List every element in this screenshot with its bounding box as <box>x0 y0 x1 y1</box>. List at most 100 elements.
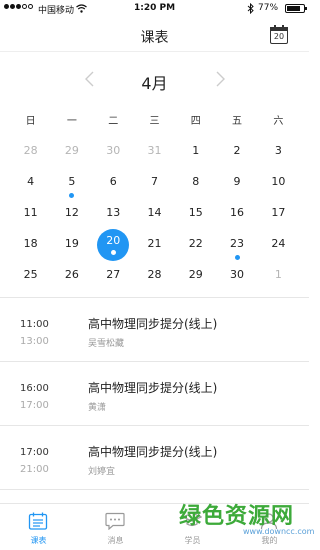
calendar-day-number: 10 <box>271 175 286 188</box>
calendar-day[interactable]: 28 <box>134 261 175 292</box>
calendar-day-number: 22 <box>188 237 203 250</box>
calendar-day-number: 19 <box>64 237 79 250</box>
calendar-day[interactable]: 12 <box>51 199 92 230</box>
schedule-icon <box>28 512 48 530</box>
course-item[interactable]: 11:00 13:00 高中物理同步提分(线上) 吴雪松藏 <box>0 298 309 362</box>
chevron-right-icon <box>216 71 225 87</box>
next-month-button[interactable] <box>210 69 230 89</box>
calendar-day-number: 6 <box>109 175 117 188</box>
calendar-day[interactable]: 30 <box>216 261 257 292</box>
watermark-url: www.downcc.com <box>243 527 315 536</box>
calendar-day[interactable]: 29 <box>51 137 92 168</box>
calendar-day-number: 29 <box>64 144 79 157</box>
calendar-day[interactable]: 25 <box>10 261 51 292</box>
calendar-day[interactable]: 27 <box>93 261 134 292</box>
calendar-day[interactable]: 14 <box>134 199 175 230</box>
course-teacher: 黄潇 <box>88 403 107 413</box>
watermark: 绿色资源网 www.downcc.com <box>179 498 314 546</box>
calendar-day-number: 30 <box>230 268 245 281</box>
weekday-label: 三 <box>149 116 160 127</box>
calendar-day[interactable]: 16 <box>216 199 257 230</box>
calendar-day-number: 30 <box>106 144 121 157</box>
calendar-week-row: 18 19 20 21 22 23 24 <box>10 229 299 261</box>
tab-schedule[interactable]: 课表 <box>0 504 77 550</box>
calendar-day[interactable]: 19 <box>51 230 92 261</box>
weekday-header: 日 一 二 三 四 五 六 <box>10 112 299 127</box>
calendar-day-number: 26 <box>64 268 79 281</box>
calendar-day[interactable]: 28 <box>10 137 51 168</box>
calendar-day[interactable]: 22 <box>175 230 216 261</box>
calendar-day-number: 28 <box>147 268 162 281</box>
page-title: 课表 <box>140 30 169 46</box>
calendar-day-number: 11 <box>23 206 38 219</box>
course-teacher: 刘婷宜 <box>88 467 116 477</box>
calendar-day-number: 25 <box>23 268 38 281</box>
calendar-day[interactable]: 24 <box>258 230 299 261</box>
calendar-day-number: 1 <box>192 144 200 157</box>
calendar-grid: 28 29 30 31 1 2 3 4 5 6 7 8 9 10 11 12 13 14 15 16 17 18 19 20 2… <box>10 137 299 292</box>
calendar-day[interactable]: 6 <box>93 168 134 199</box>
course-end-time: 21:00 <box>20 464 49 475</box>
calendar-day[interactable]: 17 <box>258 199 299 230</box>
calendar-day-number: 23 <box>230 237 245 250</box>
calendar-day-selected[interactable]: 20 <box>93 229 134 261</box>
calendar-day[interactable]: 10 <box>258 168 299 199</box>
event-indicator-dot <box>110 250 116 255</box>
calendar-day[interactable]: 23 <box>216 230 257 261</box>
course-start-time: 11:00 <box>20 319 49 330</box>
status-bar: 中国移动 1:20 PM 77% <box>0 0 309 18</box>
calendar-day-number: 13 <box>106 206 121 219</box>
course-title: 高中物理同步提分(线上) <box>88 381 218 395</box>
calendar-day[interactable]: 31 <box>134 137 175 168</box>
calendar-day[interactable]: 1 <box>175 137 216 168</box>
calendar-day-number: 12 <box>64 206 79 219</box>
calendar-day[interactable]: 4 <box>10 168 51 199</box>
weekday-label: 五 <box>232 116 243 127</box>
calendar-day-number: 24 <box>271 237 286 250</box>
calendar-week-row: 11 12 13 14 15 16 17 <box>10 199 299 230</box>
weekday-label: 一 <box>66 116 77 127</box>
calendar-week-row: 25 26 27 28 29 30 1 <box>10 261 299 292</box>
calendar-day[interactable]: 30 <box>93 137 134 168</box>
bluetooth-icon <box>247 3 254 14</box>
calendar-day[interactable]: 9 <box>216 168 257 199</box>
calendar-day[interactable]: 1 <box>258 261 299 292</box>
course-item[interactable]: 16:00 17:00 高中物理同步提分(线上) 黄潇 <box>0 362 309 426</box>
calendar-day-number: 2 <box>233 144 241 157</box>
tab-message[interactable]: 消息 <box>77 504 154 550</box>
calendar-day[interactable]: 18 <box>10 230 51 261</box>
course-start-time: 17:00 <box>20 447 49 458</box>
calendar-today-button[interactable]: 20 <box>270 25 288 44</box>
calendar-day[interactable]: 15 <box>175 199 216 230</box>
calendar-week-row: 28 29 30 31 1 2 3 <box>10 137 299 168</box>
calendar-day[interactable]: 3 <box>258 137 299 168</box>
calendar-day[interactable]: 26 <box>51 261 92 292</box>
course-list: 11:00 13:00 高中物理同步提分(线上) 吴雪松藏 16:00 17:0… <box>0 298 309 490</box>
calendar-day[interactable]: 11 <box>10 199 51 230</box>
calendar-day[interactable]: 5 <box>51 168 92 199</box>
calendar-day-number: 17 <box>271 206 286 219</box>
message-icon <box>105 512 125 530</box>
calendar-day[interactable]: 2 <box>216 137 257 168</box>
watermark-text: 绿色资源网 <box>179 504 295 529</box>
calendar-day-number: 4 <box>27 175 35 188</box>
calendar-day-number: 31 <box>147 144 162 157</box>
calendar-day-number: 5 <box>68 175 76 188</box>
calendar-day-number: 8 <box>192 175 200 188</box>
calendar-day-number: 27 <box>106 268 121 281</box>
calendar-day-number: 15 <box>188 206 203 219</box>
calendar-day-number: 28 <box>23 144 38 157</box>
weekday-label: 六 <box>273 116 284 127</box>
calendar-day[interactable]: 8 <box>175 168 216 199</box>
calendar-day[interactable]: 13 <box>93 199 134 230</box>
month-selector: 4月 <box>0 65 309 95</box>
calendar-day[interactable]: 21 <box>134 230 175 261</box>
weekday-label: 日 <box>25 116 36 127</box>
battery-icon <box>285 4 307 13</box>
calendar-day[interactable]: 7 <box>134 168 175 199</box>
event-indicator-dot <box>69 193 75 198</box>
calendar-day-number: 3 <box>274 144 282 157</box>
course-title: 高中物理同步提分(线上) <box>88 317 218 331</box>
calendar-day[interactable]: 29 <box>175 261 216 292</box>
course-item[interactable]: 17:00 21:00 高中物理同步提分(线上) 刘婷宜 <box>0 426 309 490</box>
